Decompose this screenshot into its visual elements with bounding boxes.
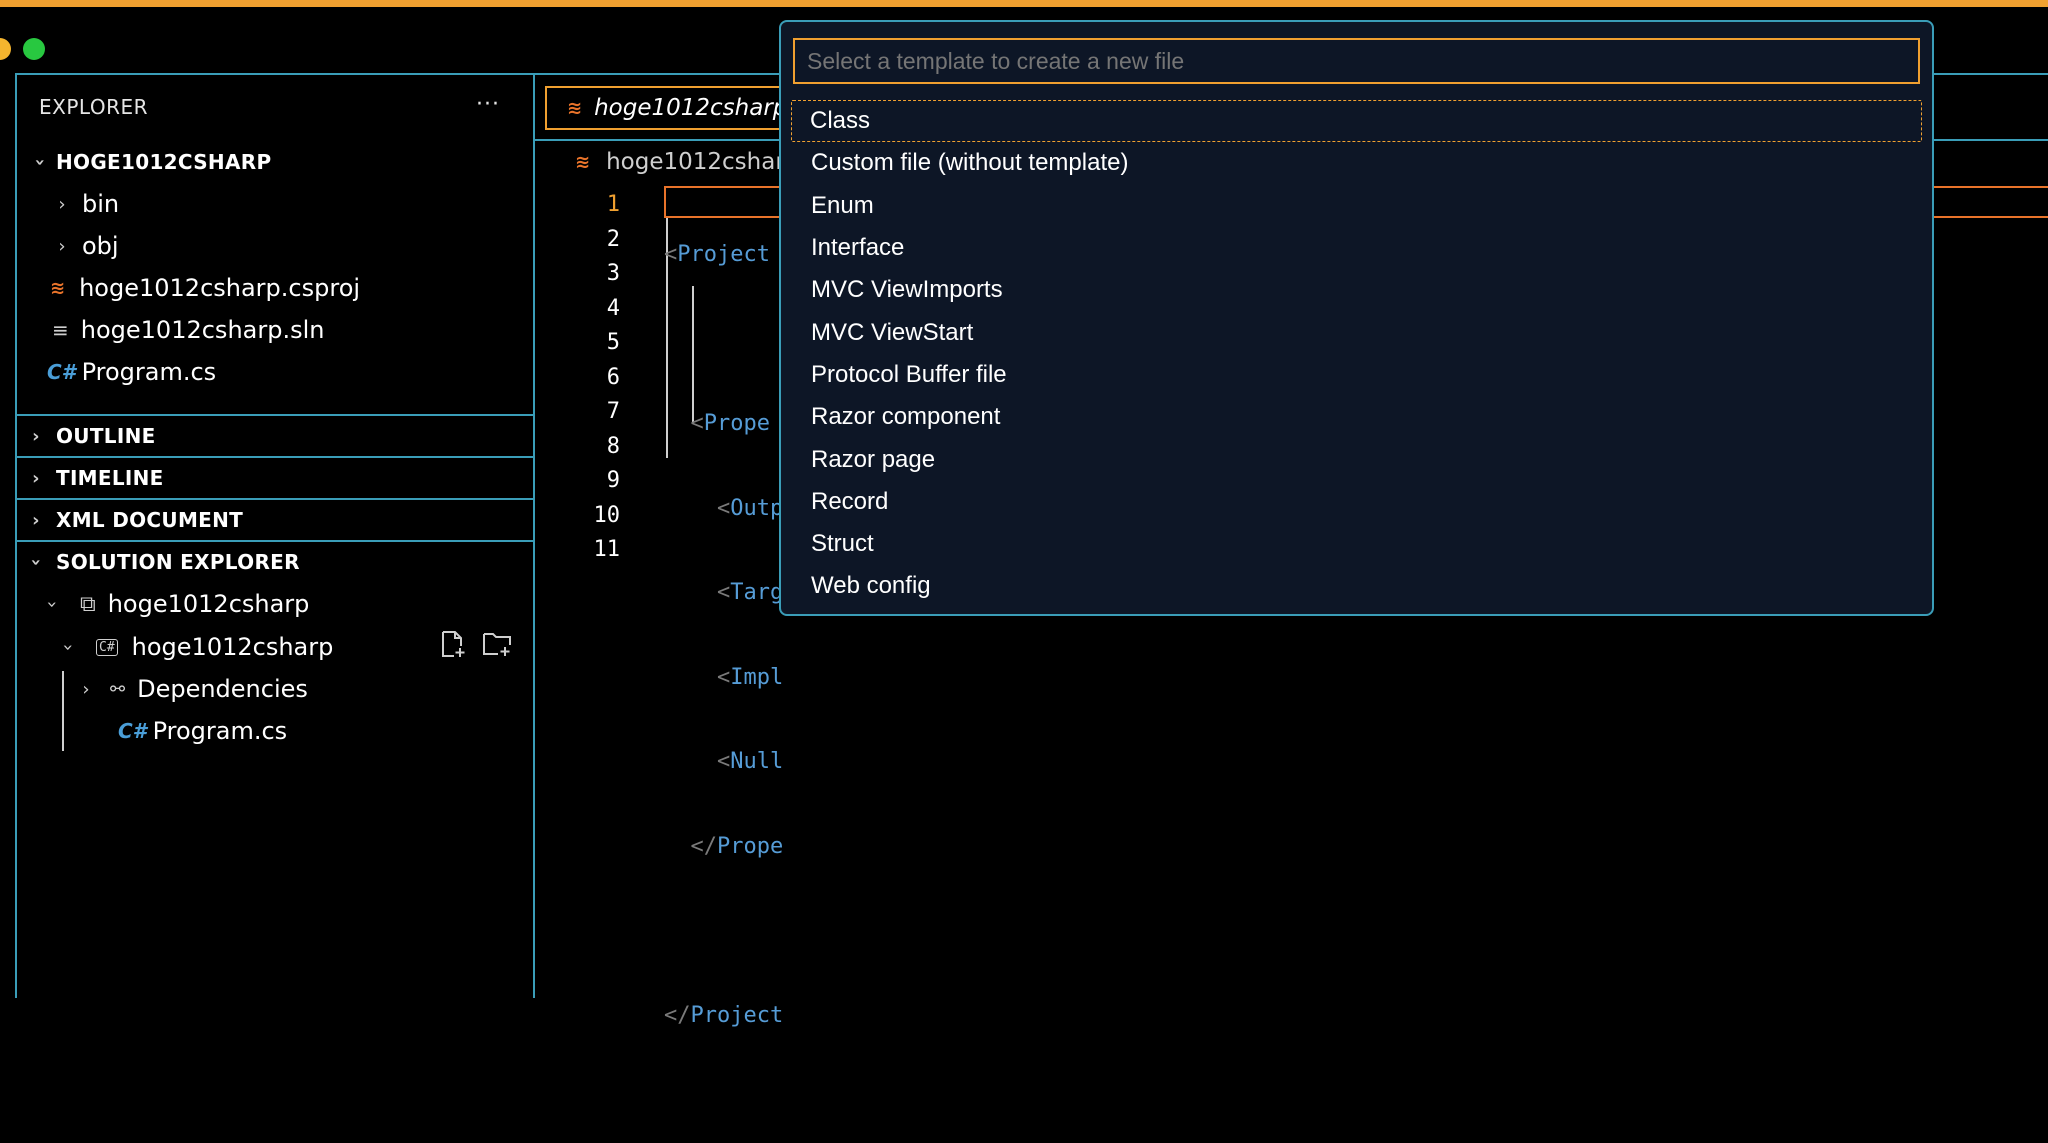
line-number: 2	[606, 226, 620, 252]
code-line: </Prope	[664, 833, 784, 859]
tree-item-bin[interactable]: › bin	[52, 184, 119, 224]
explorer-title: EXPLORER	[39, 95, 148, 119]
tree-item-label: hoge1012csharp.sln	[80, 316, 325, 344]
zoom-window-button[interactable]	[23, 38, 45, 60]
solution-node[interactable]: › ⧉ hoge1012csharp	[41, 584, 310, 624]
more-actions-icon[interactable]: ···	[476, 92, 500, 117]
template-option-struct[interactable]: Struct	[791, 523, 1922, 565]
quick-pick-dialog: Class Custom file (without template) Enu…	[779, 20, 1934, 616]
chevron-down-icon: ›	[25, 558, 47, 566]
new-file-icon[interactable]	[440, 630, 466, 658]
root-folder-label: HOGE1012CSHARP	[56, 150, 272, 174]
section-label: TIMELINE	[56, 466, 164, 490]
tree-indent-guide	[62, 671, 64, 751]
chevron-right-icon: ›	[58, 193, 66, 215]
solution-program-node[interactable]: C# Program.cs	[118, 711, 287, 751]
line-number-gutter: 1 2 3 4 5 6 7 8 9 10 11	[580, 188, 621, 568]
section-label: SOLUTION EXPLORER	[56, 550, 300, 574]
line-number: 9	[606, 468, 620, 493]
code-line: <Targ	[664, 580, 784, 605]
template-list: Class Custom file (without template) Enu…	[791, 100, 1922, 608]
chevron-right-icon: ›	[82, 678, 90, 700]
rss-icon: ≋	[50, 277, 66, 299]
code-line: <Prope	[664, 411, 770, 436]
dependencies-label: Dependencies	[137, 675, 308, 703]
code-line: </Project	[664, 1002, 784, 1028]
dependencies-icon: ⚯	[110, 678, 126, 700]
program-label: Program.cs	[152, 717, 288, 745]
section-xml-document[interactable]: › XML DOCUMENT	[26, 500, 243, 540]
chevron-right-icon: ›	[32, 509, 40, 531]
csharp-project-icon: C#	[96, 638, 118, 656]
chevron-right-icon: ›	[32, 467, 40, 489]
template-option-mvc-viewstart[interactable]: MVC ViewStart	[791, 311, 1922, 353]
chevron-right-icon: ›	[58, 235, 66, 257]
code-line: <Impl	[664, 664, 784, 690]
tree-item-label: Program.cs	[81, 358, 217, 386]
tree-item-obj[interactable]: › obj	[52, 226, 119, 266]
template-option-interface[interactable]: Interface	[791, 227, 1922, 269]
line-number: 7	[606, 399, 620, 424]
project-label: hoge1012csharp	[131, 633, 334, 661]
template-option-razor-component[interactable]: Razor component	[791, 396, 1922, 438]
line-number: 11	[593, 537, 621, 562]
section-label: OUTLINE	[56, 424, 156, 448]
template-option-custom-file[interactable]: Custom file (without template)	[791, 142, 1922, 184]
tree-item-sln[interactable]: ≡ hoge1012csharp.sln	[52, 310, 324, 350]
line-number: 4	[606, 295, 620, 321]
minimize-window-button[interactable]	[0, 38, 11, 60]
section-label: XML DOCUMENT	[56, 508, 244, 532]
dependencies-node[interactable]: › ⚯ Dependencies	[76, 669, 308, 709]
chevron-down-icon: ›	[57, 643, 79, 651]
tree-item-csproj[interactable]: ≋ hoge1012csharp.csproj	[50, 268, 360, 308]
section-outline[interactable]: › OUTLINE	[26, 416, 156, 456]
chevron-right-icon: ›	[32, 425, 40, 447]
template-option-enum[interactable]: Enum	[791, 185, 1922, 227]
code-line: <Project	[664, 242, 770, 267]
line-number: 8	[606, 433, 620, 459]
tree-item-program[interactable]: C# Program.cs	[47, 352, 216, 392]
template-option-record[interactable]: Record	[791, 481, 1922, 523]
template-option-web-config[interactable]: Web config	[791, 565, 1922, 607]
line-number: 6	[606, 364, 620, 390]
explorer-root-folder[interactable]: › HOGE1012CSHARP	[29, 142, 272, 182]
solution-label: hoge1012csharp	[107, 590, 310, 618]
chevron-down-icon: ›	[29, 158, 51, 166]
line-number: 5	[606, 330, 620, 355]
section-timeline[interactable]: › TIMELINE	[26, 458, 164, 498]
line-number: 1	[606, 192, 620, 217]
solution-actions	[440, 630, 511, 658]
lines-icon: ≡	[52, 318, 69, 342]
section-solution-explorer[interactable]: › SOLUTION EXPLORER	[26, 542, 300, 582]
code-line: <Outp	[664, 495, 784, 521]
editor-tab-csproj[interactable]: ≋ hoge1012csharp.csproj	[545, 86, 864, 130]
code-line: <Null	[664, 749, 784, 774]
rss-icon: ≋	[567, 97, 583, 119]
line-number: 10	[593, 502, 621, 528]
csharp-icon: C#	[47, 360, 76, 384]
line-number: 3	[606, 261, 620, 286]
tree-item-label: obj	[82, 232, 119, 260]
code-content[interactable]: <Project <Prope <Outp <Targ <Impl <Null …	[664, 188, 783, 1143]
top-accent-strip	[0, 0, 2048, 7]
template-option-class[interactable]: Class	[791, 100, 1922, 143]
new-folder-icon[interactable]	[482, 630, 511, 658]
tree-item-label: bin	[82, 190, 120, 218]
rss-icon: ≋	[575, 151, 591, 173]
template-option-mvc-viewimports[interactable]: MVC ViewImports	[791, 269, 1922, 311]
template-search-input[interactable]	[793, 38, 1920, 84]
tree-item-label: hoge1012csharp.csproj	[79, 274, 361, 302]
csharp-icon: C#	[118, 719, 147, 743]
template-option-protocol-buffer[interactable]: Protocol Buffer file	[791, 354, 1922, 396]
template-option-razor-page[interactable]: Razor page	[791, 438, 1922, 480]
project-node[interactable]: › C# hoge1012csharp	[57, 627, 334, 667]
solution-icon: ⧉	[80, 591, 96, 617]
chevron-down-icon: ›	[41, 600, 63, 608]
